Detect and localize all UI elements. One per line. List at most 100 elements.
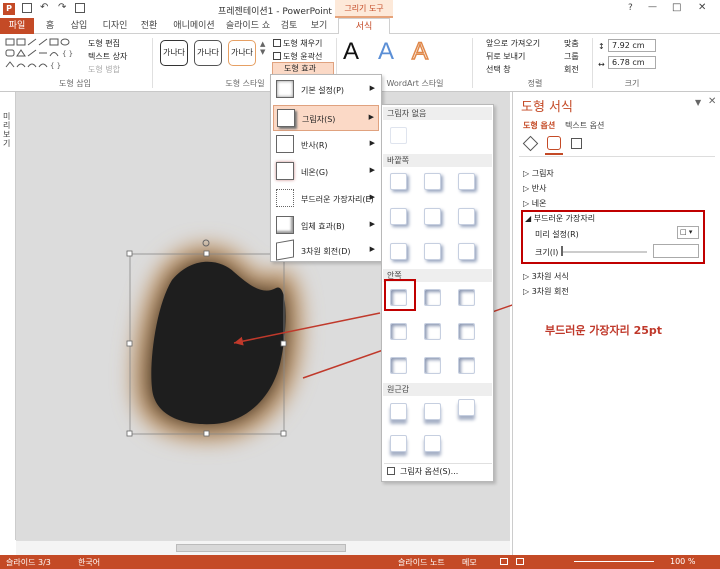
pane-close-icon[interactable]: ✕ (708, 96, 716, 107)
tab-shape-options[interactable]: 도형 옵션 (523, 120, 555, 131)
shadow-perspective-option[interactable] (390, 435, 407, 452)
text-box-button[interactable]: 텍스트 상자 (88, 51, 127, 62)
shadow-inner-option[interactable] (458, 323, 475, 340)
redo-icon[interactable]: ↷ (58, 2, 66, 13)
menu-item-reflection[interactable]: 반사(R) ▶ (273, 132, 379, 158)
shadow-outer-option[interactable] (458, 243, 475, 260)
horizontal-scrollbar[interactable] (16, 540, 510, 555)
shadow-outer-option[interactable] (390, 173, 407, 190)
notes-button[interactable]: 슬라이드 노트 (398, 557, 445, 568)
shadow-inner-option[interactable] (390, 357, 407, 374)
close-icon[interactable]: ✕ (698, 2, 706, 13)
tab-view[interactable]: 보기 (306, 18, 332, 34)
tab-home[interactable]: 홈 (38, 18, 62, 34)
shape-outline-button[interactable]: 도형 윤곽선 (283, 51, 322, 62)
zoom-level[interactable]: 100 % (670, 557, 695, 566)
effects-icon[interactable] (547, 136, 561, 150)
menu-item-shadow[interactable]: 그림자(S) ▶ (273, 105, 379, 131)
rotate-button[interactable]: 회전 (564, 64, 579, 75)
send-backward-button[interactable]: 뒤로 보내기 (486, 51, 525, 62)
shadow-inner-option[interactable] (390, 323, 407, 340)
tab-insert[interactable]: 삽입 (64, 18, 94, 34)
thumbnail-strip[interactable]: 미리 보기 (0, 92, 16, 540)
pane-dropdown-icon[interactable]: ▼ (695, 98, 701, 107)
undo-icon[interactable]: ↶ (40, 2, 48, 13)
section-reflection[interactable]: ▷ 반사 (523, 183, 546, 194)
start-presentation-icon[interactable] (75, 3, 85, 13)
preset-dropdown[interactable]: □ ▾ (677, 226, 699, 239)
tab-review[interactable]: 검토 (276, 18, 302, 34)
align-button[interactable]: 맞춤 (564, 38, 579, 49)
shape-style-swatch-3[interactable]: 가나다 (228, 40, 256, 66)
minimize-icon[interactable]: — (648, 2, 657, 12)
tab-file[interactable]: 파일 (0, 18, 34, 34)
shadow-outer-option[interactable] (458, 173, 475, 190)
shapes-gallery[interactable]: { } { } (4, 37, 80, 73)
zoom-slider[interactable] (574, 561, 654, 562)
menu-item-preset[interactable]: 기본 설정(P) ▶ (273, 77, 379, 103)
shadow-outer-option[interactable] (424, 208, 441, 225)
shadow-inner-option[interactable] (424, 289, 441, 306)
shape-style-swatch-1[interactable]: 가나다 (160, 40, 188, 66)
title-bar: P ↶ ↷ 프레젠테이션1 - PowerPoint 그리기 도구 ? — □ … (0, 0, 720, 18)
save-icon[interactable] (22, 3, 32, 13)
comments-button[interactable]: 메모 (462, 557, 477, 568)
bring-forward-button[interactable]: 앞으로 가져오기 (486, 38, 540, 49)
shadow-perspective-option[interactable] (458, 399, 475, 416)
section-shadow[interactable]: ▷ 그림자 (523, 168, 554, 179)
shadow-outer-option[interactable] (458, 208, 475, 225)
shadow-inner-option[interactable] (424, 357, 441, 374)
group-button[interactable]: 그룹 (564, 51, 579, 62)
scroll-thumb[interactable] (176, 544, 346, 552)
section-3d-rotation[interactable]: ▷ 3차원 회전 (523, 286, 569, 297)
shadow-options-link[interactable]: 그림자 옵션(S)... (384, 463, 492, 478)
maximize-icon[interactable]: □ (672, 2, 681, 13)
menu-item-soft-edges[interactable]: 부드러운 가장자리(E) ▶ (273, 186, 379, 212)
shadow-inner-option[interactable] (424, 323, 441, 340)
shape-style-swatch-2[interactable]: 가나다 (194, 40, 222, 66)
gallery-scroll-icon[interactable]: ▲ ▼ (260, 40, 265, 56)
menu-item-3d-rotation[interactable]: 3차원 회전(D) ▶ (273, 238, 379, 264)
shadow-inner-option[interactable] (458, 357, 475, 374)
tab-format[interactable]: 서식 (338, 18, 390, 34)
shadow-none-option[interactable] (390, 127, 407, 144)
shadow-outer-option[interactable] (424, 173, 441, 190)
edit-shape-button[interactable]: 도형 편집 (88, 38, 120, 49)
shadow-perspective-option[interactable] (424, 435, 441, 452)
shadow-inner-option[interactable] (390, 289, 407, 306)
view-sorter-icon[interactable] (516, 558, 524, 565)
tab-design[interactable]: 디자인 (98, 18, 132, 34)
selection-pane-button[interactable]: 선택 창 (486, 64, 511, 75)
menu-item-glow[interactable]: 네온(G) ▶ (273, 159, 379, 185)
shape-fill-button[interactable]: 도형 채우기 (283, 38, 322, 49)
size-slider[interactable] (561, 251, 647, 253)
tab-transitions[interactable]: 전환 (136, 18, 162, 34)
preset-label: 미리 설정(R) (535, 230, 579, 239)
tab-slideshow[interactable]: 슬라이드 쇼 (224, 18, 272, 34)
view-normal-icon[interactable] (500, 558, 508, 565)
wordart-style-3[interactable]: A (411, 37, 429, 66)
width-field[interactable]: 6.78 cm (608, 56, 656, 69)
height-field[interactable]: 7.92 cm (608, 39, 656, 52)
help-icon[interactable]: ? (628, 3, 633, 13)
size-properties-icon[interactable] (571, 138, 582, 149)
section-soft-edges[interactable]: ◢ 부드러운 가장자리 (525, 213, 595, 224)
wordart-style-2[interactable]: A (378, 38, 394, 66)
shadow-outer-option[interactable] (424, 243, 441, 260)
shadow-inner-option[interactable] (458, 289, 475, 306)
wordart-style-1[interactable]: A (343, 38, 359, 66)
shadow-outer-option[interactable] (390, 243, 407, 260)
tab-text-options[interactable]: 텍스트 옵션 (565, 120, 604, 131)
size-spinner[interactable] (653, 244, 699, 258)
merge-shapes-button[interactable]: 도형 병합 (88, 64, 120, 75)
language-indicator[interactable]: 한국어 (78, 557, 100, 568)
section-3d-format[interactable]: ▷ 3차원 서식 (523, 271, 569, 282)
shadow-outer-option[interactable] (390, 208, 407, 225)
size-slider-thumb[interactable] (561, 246, 563, 256)
section-glow[interactable]: ▷ 네온 (523, 198, 546, 209)
shadow-perspective-option[interactable] (390, 403, 407, 420)
shadow-perspective-option[interactable] (424, 403, 441, 420)
menu-item-bevel[interactable]: 입체 효과(B) ▶ (273, 213, 379, 239)
fill-line-icon[interactable] (522, 135, 539, 152)
tab-animations[interactable]: 애니메이션 (166, 18, 222, 34)
